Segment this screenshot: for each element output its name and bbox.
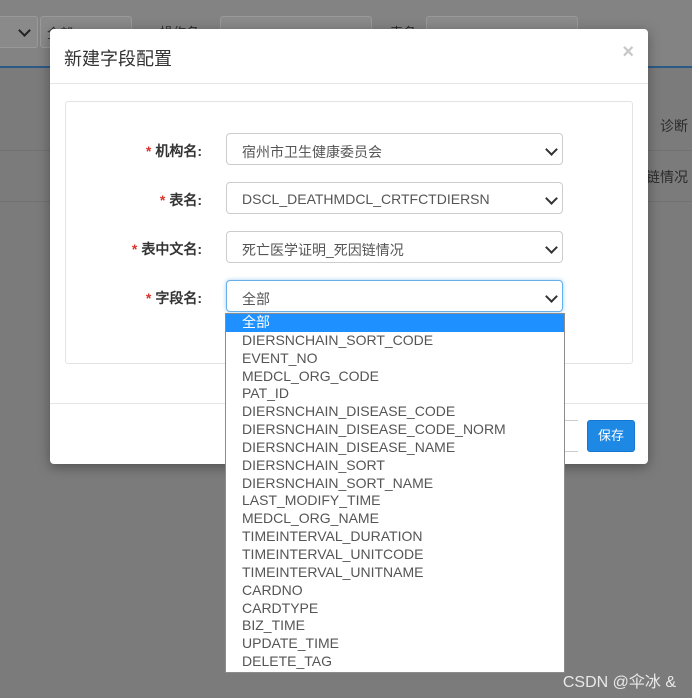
dropdown-option[interactable]: TIMEINTERVAL_UNITNAME	[226, 564, 564, 582]
dropdown-option[interactable]: MEDCL_ORG_CODE	[226, 368, 564, 386]
field-name-value: 全部	[242, 291, 270, 307]
form-row-table-cn: * 表中文名: 死亡医学证明_死因链情况	[66, 231, 632, 265]
org-name-value: 宿州市卫生健康委员会	[242, 144, 382, 160]
form-row-table: * 表名: DSCL_DEATHMDCL_CRTFCTDIERSN	[66, 182, 632, 216]
dropdown-option[interactable]: 全部	[226, 314, 564, 332]
dropdown-option[interactable]: DELETE_TAG	[226, 653, 564, 671]
dropdown-option[interactable]: DIERSNCHAIN_DISEASE_CODE_NORM	[226, 421, 564, 439]
org-name-select[interactable]: 宿州市卫生健康委员会	[226, 133, 563, 165]
dropdown-option[interactable]: BIZ_TIME	[226, 617, 564, 635]
field-name-select[interactable]: 全部	[226, 280, 563, 312]
table-cn-name-select[interactable]: 死亡医学证明_死因链情况	[226, 231, 563, 263]
field-name-label: * 字段名:	[146, 288, 202, 308]
org-name-label: * 机构名:	[146, 141, 202, 161]
table-name-select[interactable]: DSCL_DEATHMDCL_CRTFCTDIERSN	[226, 182, 563, 214]
chevron-down-icon	[545, 290, 558, 303]
chevron-down-icon	[545, 192, 558, 205]
field-label: 表名:	[169, 192, 202, 208]
field-name-dropdown-list[interactable]: 全部 DIERSNCHAIN_SORT_CODE EVENT_NO MEDCL_…	[225, 313, 565, 673]
dropdown-option[interactable]: CARDNO	[226, 582, 564, 600]
dropdown-option[interactable]: EVENT_NO	[226, 350, 564, 368]
required-marker: *	[131, 241, 138, 257]
chevron-down-icon	[545, 241, 558, 254]
required-marker: *	[145, 290, 152, 306]
modal-header: 新建字段配置 ×	[50, 29, 648, 84]
field-label: 字段名:	[155, 290, 202, 306]
field-label: 机构名:	[155, 143, 202, 159]
dropdown-option[interactable]: DIERSNCHAIN_DISEASE_NAME	[226, 439, 564, 457]
modal-title: 新建字段配置	[64, 49, 172, 69]
table-name-value: DSCL_DEATHMDCL_CRTFCTDIERSN	[242, 191, 490, 207]
form-row-org: * 机构名: 宿州市卫生健康委员会	[66, 133, 632, 167]
dropdown-option[interactable]: DIERSNCHAIN_SORT_CODE	[226, 332, 564, 350]
dropdown-option[interactable]: PAT_ID	[226, 385, 564, 403]
table-name-label: * 表名:	[160, 190, 202, 210]
close-icon[interactable]: ×	[622, 41, 634, 64]
dropdown-option[interactable]: MEDCL_ORG_NAME	[226, 510, 564, 528]
required-marker: *	[145, 143, 152, 159]
table-cn-name-value: 死亡医学证明_死因链情况	[242, 242, 404, 258]
required-marker: *	[159, 192, 166, 208]
table-cn-name-label: * 表中文名:	[132, 239, 202, 259]
save-button[interactable]: 保存	[587, 420, 635, 452]
field-label: 表中文名:	[141, 241, 202, 257]
dropdown-option[interactable]: TIMEINTERVAL_UNITCODE	[226, 546, 564, 564]
dropdown-option[interactable]: DIERSNCHAIN_SORT_NAME	[226, 475, 564, 493]
background-cell: 诊断	[660, 118, 688, 134]
chevron-down-icon	[545, 143, 558, 156]
dropdown-option[interactable]: UPDATE_TIME	[226, 635, 564, 653]
dropdown-option[interactable]: DIERSNCHAIN_SORT	[226, 457, 564, 475]
background-cell: 链情况	[646, 169, 688, 185]
dropdown-option[interactable]: TIMEINTERVAL_DURATION	[226, 528, 564, 546]
dropdown-option[interactable]: CARDTYPE	[226, 600, 564, 618]
form-row-field: * 字段名: 全部	[66, 280, 632, 314]
dropdown-option[interactable]: DIERSNCHAIN_DISEASE_CODE	[226, 403, 564, 421]
dropdown-option[interactable]: LAST_MODIFY_TIME	[226, 492, 564, 510]
background-select	[0, 16, 38, 48]
watermark: CSDN @伞冰 &	[562, 674, 676, 691]
